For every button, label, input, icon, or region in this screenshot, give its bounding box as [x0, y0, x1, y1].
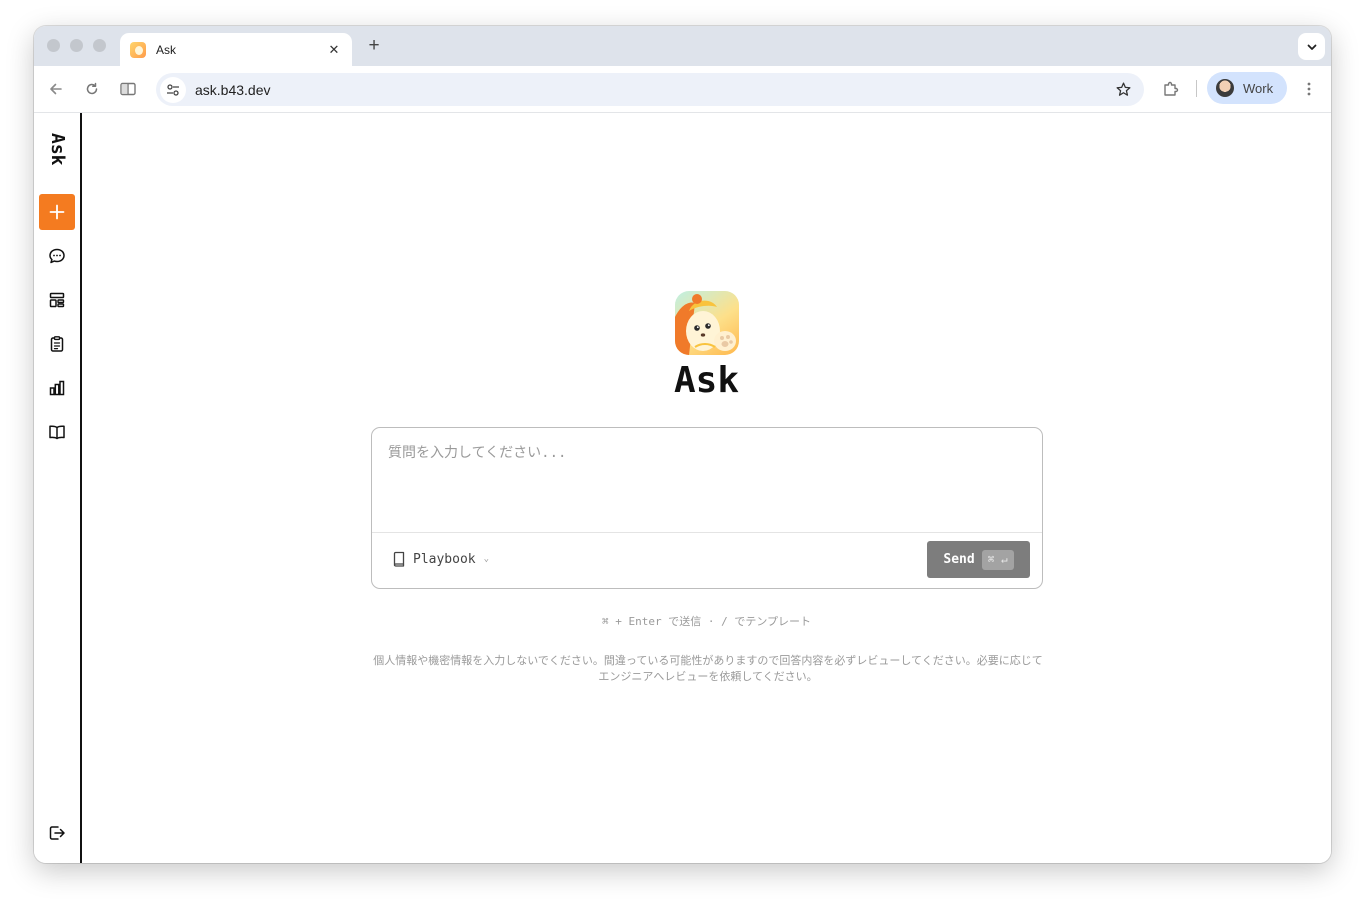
plus-icon: [49, 204, 65, 220]
puzzle-icon: [1164, 81, 1179, 96]
playbook-selector[interactable]: Playbook ⌄: [392, 551, 489, 567]
extensions-button[interactable]: [1160, 78, 1182, 100]
playbook-label: Playbook: [413, 551, 476, 567]
tab-search-button[interactable]: [1298, 33, 1325, 60]
sidebar-item-templates[interactable]: [47, 290, 67, 310]
question-input[interactable]: [372, 428, 1042, 532]
chevron-down-icon: ⌄: [483, 554, 490, 564]
browser-toolbar: ask.b43.dev Work: [34, 66, 1331, 113]
site-info-button[interactable]: [160, 76, 186, 103]
profile-button[interactable]: Work: [1207, 72, 1287, 104]
layout-icon: [49, 292, 65, 308]
bookmark-button[interactable]: [1112, 79, 1134, 101]
toolbar-divider: [1196, 80, 1197, 97]
new-tab-button[interactable]: +: [362, 35, 386, 59]
sidebar-item-tasks[interactable]: [47, 334, 67, 354]
page-content: Ask Ask 質問を入力してください... Playbook ⌄ Send ⌘…: [34, 113, 1331, 863]
tab-title: Ask: [156, 42, 177, 57]
disclaimer-text: 個人情報や機密情報を入力しないでください。間違っている可能性がありますので回答内…: [373, 655, 1043, 683]
send-shortcut-badge: ⌘ ↵: [981, 549, 1014, 570]
reload-button[interactable]: [81, 78, 103, 100]
sidebar-item-analytics[interactable]: [47, 378, 67, 398]
back-button[interactable]: [45, 78, 67, 100]
keyboard-hint: ⌘ + Enter で送信 · / でテンプレート: [601, 615, 811, 628]
more-vertical-icon: [1307, 82, 1311, 96]
send-label: Send: [943, 552, 975, 567]
bar-chart-icon: [49, 380, 65, 396]
composer-footer: Playbook ⌄ Send ⌘ ↵: [372, 532, 1042, 588]
chat-bubble-icon: [49, 248, 65, 264]
tune-icon: [167, 83, 179, 96]
reload-icon: [86, 82, 98, 95]
browser-window: Ask ✕ + ask.b43.dev Work Ask Ask 質問を入力して…: [34, 26, 1331, 863]
close-window-button[interactable]: [47, 39, 60, 52]
main-area: Ask Playbook ⌄ Send ⌘ ↵ ⌘ + Enter で送信 · …: [82, 113, 1331, 863]
page-title: Ask: [673, 360, 740, 401]
chat-composer: Playbook ⌄ Send ⌘ ↵: [371, 427, 1043, 589]
zoom-window-button[interactable]: [93, 39, 106, 52]
sidebar: Ask: [34, 113, 82, 863]
logout-button[interactable]: [47, 823, 67, 843]
book-icon: [393, 551, 405, 567]
close-tab-icon[interactable]: ✕: [326, 42, 342, 58]
split-view-button[interactable]: [117, 78, 139, 100]
favicon-icon: [130, 41, 146, 58]
browser-menu-button[interactable]: [1298, 78, 1320, 100]
dog-mascot-icon: [675, 294, 736, 355]
profile-name: Work: [1243, 80, 1274, 96]
send-button[interactable]: Send ⌘ ↵: [927, 541, 1030, 578]
browser-tab[interactable]: Ask ✕: [120, 33, 352, 66]
sidebar-brand[interactable]: Ask: [47, 133, 68, 166]
address-bar[interactable]: ask.b43.dev: [156, 73, 1144, 106]
avatar: [1216, 79, 1234, 97]
app-logo: [675, 291, 739, 355]
star-icon: [1115, 82, 1131, 96]
logout-icon: [49, 826, 65, 840]
arrow-left-icon: [50, 83, 62, 95]
sidebar-item-chats[interactable]: [47, 246, 67, 266]
book-icon: [49, 425, 65, 440]
new-chat-button[interactable]: [39, 194, 75, 230]
sidebar-item-docs[interactable]: [47, 422, 67, 442]
tab-strip: Ask ✕ +: [34, 26, 1331, 66]
split-view-icon: [120, 82, 136, 96]
clipboard-icon: [50, 336, 64, 352]
minimize-window-button[interactable]: [70, 39, 83, 52]
chevron-down-icon: [1307, 44, 1316, 50]
url-text: ask.b43.dev: [195, 81, 271, 98]
